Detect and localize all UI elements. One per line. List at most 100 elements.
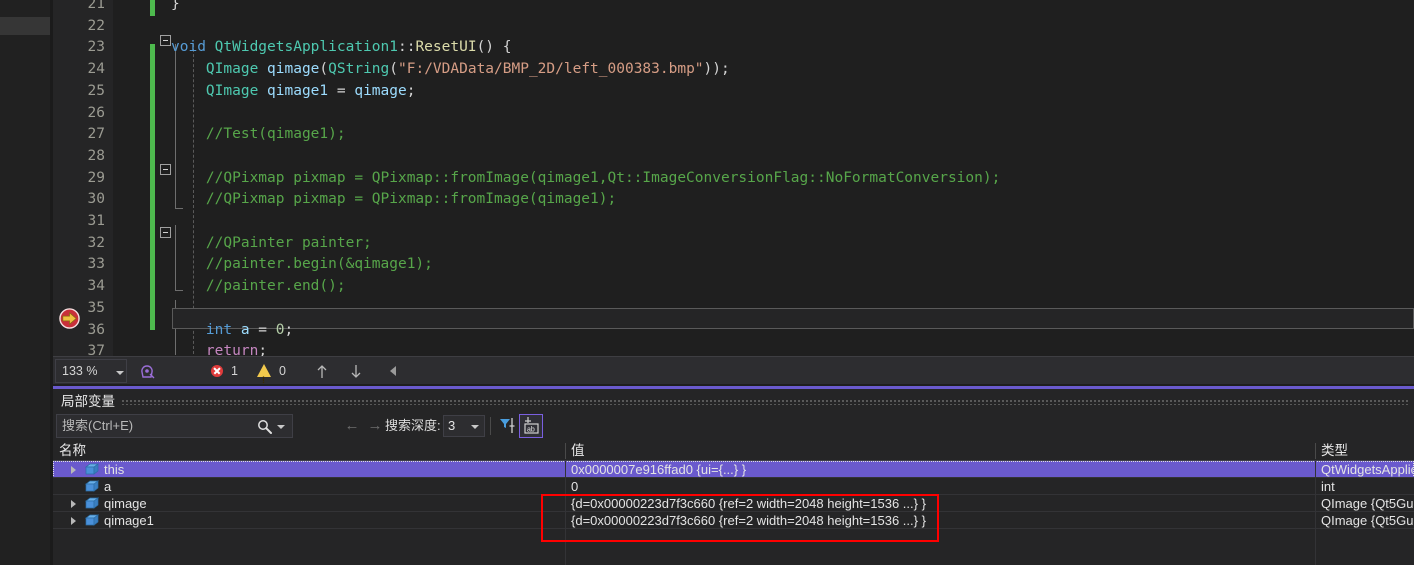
line-number: 37	[87, 343, 105, 356]
row-separator	[53, 528, 1414, 529]
search-depth-label: 搜索深度:	[385, 418, 441, 433]
code-line[interactable]: 36 int a = 0;	[53, 319, 1414, 341]
editor-status-bar: 133 % 1 0	[53, 356, 1414, 394]
code-text: //QPainter painter;	[171, 234, 372, 251]
line-number: 21	[87, 0, 105, 12]
code-text: //Test(qimage1);	[171, 126, 346, 143]
line-number: 33	[87, 256, 105, 273]
code-line[interactable]: 33 //painter.begin(&qimage1);	[53, 253, 1414, 275]
code-line[interactable]: 29 //QPixmap pixmap = QPixmap::fromImage…	[53, 167, 1414, 189]
locals-grid-body: this 0x0000007e916ffad0 {ui={...} } QtWidg…	[53, 461, 1414, 565]
code-line[interactable]: 25 QImage qimage1 = qimage;	[53, 80, 1414, 102]
line-number: 31	[87, 213, 105, 229]
column-header-name[interactable]: 名称	[53, 441, 565, 461]
search-depth-value: 3	[448, 418, 456, 433]
line-number: 29	[87, 169, 105, 186]
cell-variable-value[interactable]: {d=0x00000223d7f3c660 {ref=2 width=2048 …	[571, 495, 1311, 512]
column-separator[interactable]	[565, 443, 566, 459]
left-sidebar-highlight-band	[0, 17, 50, 35]
code-line[interactable]: 26	[53, 102, 1414, 124]
code-text: //QPixmap pixmap = QPixmap::fromImage(qi…	[171, 169, 1001, 186]
chevron-down-icon[interactable]	[116, 371, 124, 375]
line-number: 25	[87, 82, 105, 99]
error-count: 1	[231, 364, 238, 378]
chevron-down-icon[interactable]	[471, 425, 479, 429]
expand-arrow-icon[interactable]	[71, 500, 76, 508]
code-text: int a = 0;	[205, 321, 294, 338]
code-text: void QtWidgetsApplication1::ResetUI() {	[171, 39, 512, 56]
locals-panel-grip[interactable]	[121, 399, 1410, 405]
code-line[interactable]: 37 return;	[53, 340, 1414, 356]
line-number: 35	[87, 299, 105, 316]
line-number: 30	[87, 191, 105, 208]
column-separator[interactable]	[1315, 443, 1316, 459]
expand-arrow-icon[interactable]	[71, 517, 76, 525]
zoom-level-value: 133 %	[62, 364, 98, 378]
arrow-right-icon[interactable]: →	[364, 416, 386, 436]
arrow-down-icon[interactable]	[349, 364, 363, 379]
error-icon[interactable]	[211, 357, 225, 385]
code-line[interactable]: 34 //painter.end();	[53, 275, 1414, 297]
code-text: QImage qimage1 = qimage;	[205, 82, 416, 99]
code-line[interactable]: 22	[53, 15, 1414, 37]
code-line[interactable]: 23 void QtWidgetsApplication1::ResetUI() …	[53, 36, 1414, 58]
left-sidebar-strip	[0, 0, 50, 565]
variable-cube-icon	[85, 497, 99, 509]
locals-panel: 局部变量 搜索(Ctrl+E) ← → 搜索深度: 3 ab 名称 值 类型 t…	[53, 389, 1414, 565]
code-line[interactable]: 27 //Test(qimage1);	[53, 123, 1414, 145]
cell-variable-name: qimage	[104, 496, 147, 511]
cell-variable-value[interactable]: {d=0x00000223d7f3c660 {ref=2 width=2048 …	[571, 512, 1311, 529]
line-number: 34	[87, 278, 105, 295]
chevron-down-icon[interactable]	[277, 425, 285, 429]
code-text: //painter.end();	[171, 278, 346, 295]
cell-variable-type: int	[1321, 479, 1335, 494]
code-line[interactable]: 21}	[53, 0, 1414, 15]
search-placeholder-text: 搜索(Ctrl+E)	[62, 418, 134, 433]
line-number: 23	[87, 39, 105, 56]
line-number: 28	[87, 147, 105, 164]
arrow-left-icon[interactable]: ←	[341, 416, 363, 436]
column-header-type[interactable]: 类型	[1315, 441, 1414, 461]
locals-toolbar: 搜索(Ctrl+E) ← → 搜索深度: 3 ab	[53, 413, 1414, 441]
zoom-level-selector[interactable]: 133 %	[55, 359, 127, 383]
svg-text:ab: ab	[527, 427, 535, 434]
cell-variable-value[interactable]: 0	[571, 478, 1311, 495]
cell-variable-type: QImage {Qt5Gui	[1321, 513, 1414, 528]
line-number: 27	[87, 126, 105, 143]
string-view-ab-icon[interactable]: ab	[519, 414, 543, 438]
search-depth-select[interactable]: 3	[443, 415, 485, 437]
expand-arrow-icon[interactable]	[71, 466, 76, 474]
search-input[interactable]: 搜索(Ctrl+E)	[56, 414, 293, 438]
code-text: //painter.begin(&qimage1);	[171, 256, 433, 273]
code-line[interactable]: 28	[53, 145, 1414, 167]
scroll-left-icon[interactable]	[387, 365, 399, 377]
toolbar-divider	[490, 417, 491, 435]
variable-cube-icon	[85, 514, 99, 526]
column-header-value[interactable]: 值	[565, 441, 1315, 461]
warning-count: 0	[279, 364, 286, 378]
warning-icon[interactable]	[257, 357, 273, 394]
code-line[interactable]: 31	[53, 210, 1414, 232]
code-text: return;	[205, 343, 268, 356]
code-editor[interactable]: 21}2223 void QtWidgetsApplication1::Reset…	[53, 0, 1414, 356]
locals-grid-header: 名称值类型	[53, 441, 1414, 461]
intellicode-icon[interactable]	[139, 363, 156, 380]
cell-variable-name: qimage1	[104, 513, 154, 528]
code-line[interactable]: 35	[53, 297, 1414, 319]
code-text: }	[171, 0, 180, 12]
cell-variable-name: this	[104, 462, 125, 477]
code-line[interactable]: 24 QImage qimage(QString("F:/VDAData/BMP…	[53, 58, 1414, 80]
cell-variable-type: QImage {Qt5Gui	[1321, 496, 1414, 511]
arrow-up-icon[interactable]	[315, 364, 329, 379]
filter-pin-icon[interactable]	[496, 415, 518, 437]
line-number: 24	[87, 61, 105, 78]
code-text: QImage qimage(QString("F:/VDAData/BMP_2D…	[205, 61, 730, 78]
line-number: 36	[87, 321, 105, 338]
cell-variable-value[interactable]: 0x0000007e916ffad0 {ui={...} }	[571, 461, 1311, 478]
search-icon[interactable]	[257, 419, 272, 434]
code-line[interactable]: 30 //QPixmap pixmap = QPixmap::fromImage…	[53, 188, 1414, 210]
line-number: 22	[87, 17, 105, 34]
code-line[interactable]: 32 //QPainter painter;	[53, 232, 1414, 254]
visual-studio-debugger-window: 21}2223 void QtWidgetsApplication1::Reset…	[0, 0, 1414, 565]
line-number: 32	[87, 234, 105, 251]
